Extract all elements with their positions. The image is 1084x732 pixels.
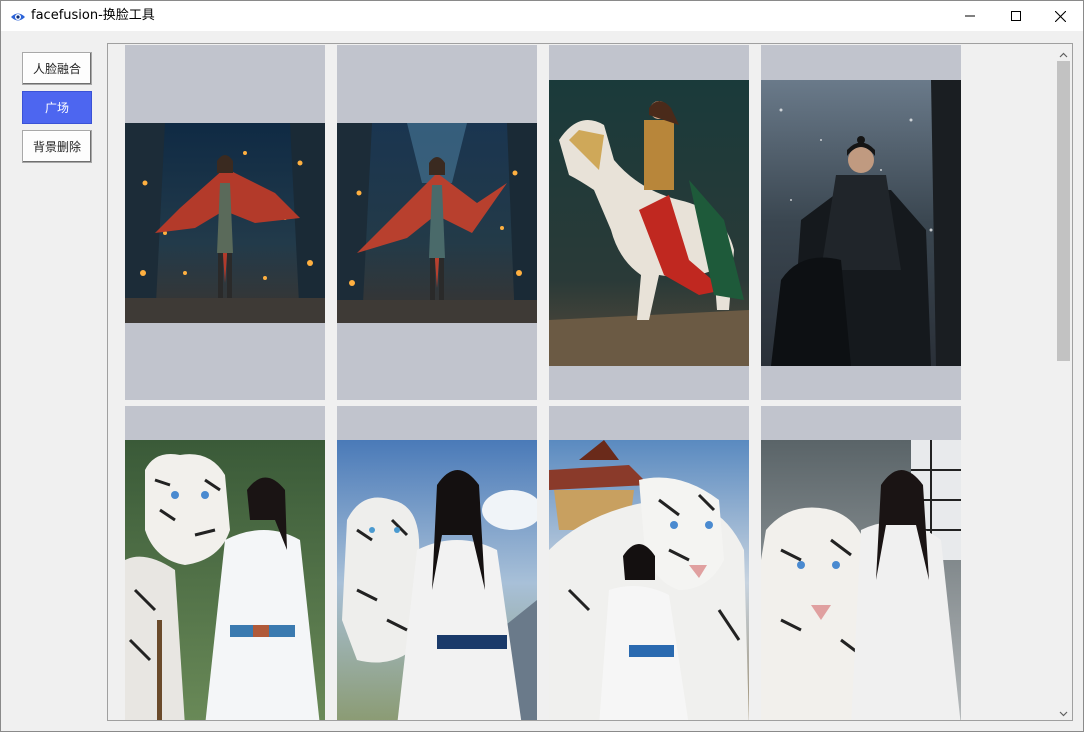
title-bar[interactable]: facefusion-换脸工具: [1, 1, 1083, 31]
gallery-panel: [107, 43, 1073, 721]
maximize-button[interactable]: [993, 1, 1039, 31]
image-thumbnail[interactable]: [337, 123, 537, 323]
window-title: facefusion-换脸工具: [31, 8, 155, 23]
gallery-card[interactable]: [337, 406, 537, 720]
gallery-card[interactable]: [125, 45, 325, 400]
minimize-icon: [965, 11, 975, 21]
chevron-down-icon: [1059, 702, 1068, 721]
gallery-scrollbar[interactable]: [1055, 44, 1072, 720]
gallery-card[interactable]: [337, 45, 537, 400]
close-icon: [1054, 10, 1066, 22]
scroll-thumb[interactable]: [1057, 61, 1070, 361]
close-button[interactable]: [1037, 1, 1083, 31]
eye-logo-icon: [10, 9, 26, 23]
maximize-icon: [1011, 11, 1021, 21]
app-window: facefusion-换脸工具 人脸融合 广场 背景删除: [0, 0, 1084, 732]
sidebar-item-plaza[interactable]: 广场: [22, 91, 92, 124]
image-thumbnail[interactable]: [761, 440, 961, 720]
chevron-up-icon: [1059, 43, 1068, 62]
image-thumbnail[interactable]: [337, 440, 537, 720]
image-thumbnail[interactable]: [549, 80, 749, 366]
image-thumbnail[interactable]: [761, 80, 961, 366]
image-thumbnail[interactable]: [125, 123, 325, 323]
sidebar-item-background-removal[interactable]: 背景删除: [22, 130, 92, 163]
image-thumbnail[interactable]: [549, 440, 749, 720]
gallery-card[interactable]: [761, 406, 961, 720]
gallery-card[interactable]: [549, 45, 749, 400]
gallery-card[interactable]: [549, 406, 749, 720]
gallery-card[interactable]: [761, 45, 961, 400]
scroll-down-button[interactable]: [1055, 703, 1072, 720]
scroll-up-button[interactable]: [1055, 44, 1072, 61]
image-thumbnail[interactable]: [125, 440, 325, 720]
gallery-card[interactable]: [125, 406, 325, 720]
minimize-button[interactable]: [947, 1, 993, 31]
sidebar-item-face-fusion[interactable]: 人脸融合: [22, 52, 92, 85]
